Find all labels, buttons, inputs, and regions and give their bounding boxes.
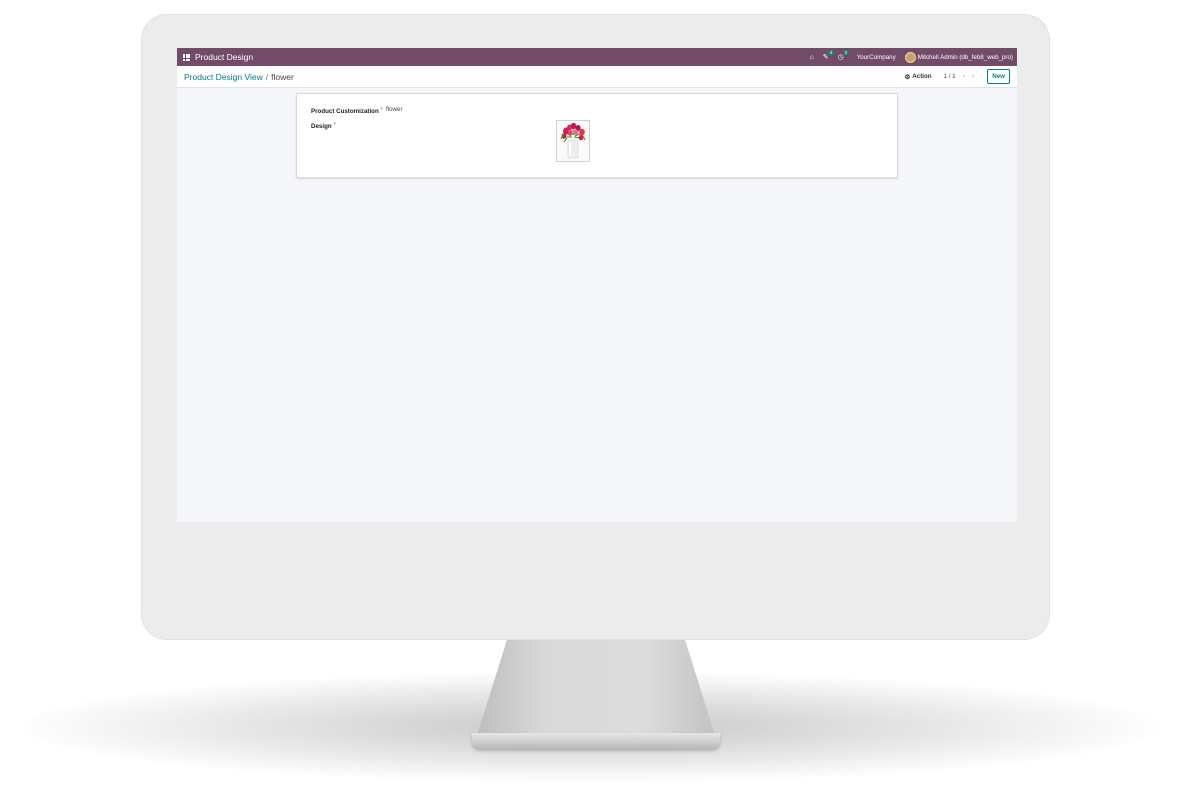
user-name: Mitchell Admin (db_feb8_web_pro) [917,53,1013,61]
home-icon[interactable]: ⌂ [810,54,814,61]
company-switcher[interactable]: YourCompany [857,54,896,61]
help-icon[interactable]: ? [333,121,335,126]
monitor-stand-neck [475,630,717,742]
form-sheet: Product Customization ? flower Design ? [296,93,898,178]
breadcrumb-current: flower [271,71,294,82]
avatar [904,51,916,63]
action-button[interactable]: ⚙ Action [904,73,931,81]
chat-icon[interactable]: ✎ 4 [823,49,835,61]
clock-icon[interactable]: ◷ 2 [838,49,850,61]
breadcrumb-separator: / [265,71,269,82]
app-name[interactable]: Product Design [195,52,253,62]
product-customization-label: Product Customization ? [311,106,383,116]
top-navbar: Product Design ⌂ ✎ 4 ◷ 2 YourCompany Mitch… [177,48,1017,66]
navbar-systray: ⌂ ✎ 4 ◷ 2 YourCompany Mitchell Admin (db_f… [810,49,1017,63]
product-customization-value[interactable]: flower [386,106,403,113]
control-panel-actions: ⚙ Action 1 / 1 ‹ › New [904,69,1017,84]
monitor-stand-base [472,733,720,749]
activities-badge: 2 [842,49,850,55]
new-button[interactable]: New [987,69,1010,84]
messages-badge: 4 [827,49,835,55]
design-image[interactable] [556,120,590,162]
user-menu[interactable]: Mitchell Admin (db_feb8_web_pro) [904,51,1013,63]
breadcrumb-parent[interactable]: Product Design View [184,72,263,82]
monitor-screen: Product Design ⌂ ✎ 4 ◷ 2 YourCompany Mitch… [177,48,1017,522]
chevron-right-icon[interactable]: › [972,73,974,80]
help-icon[interactable]: ? [380,106,382,111]
control-panel: Product Design View / flower ⚙ Action 1 / … [177,66,1017,88]
action-label: Action [912,73,932,80]
chevron-left-icon[interactable]: ‹ [963,73,965,80]
grid-icon[interactable] [183,53,190,61]
pager-value[interactable]: 1 / 1 [944,73,956,80]
gear-icon: ⚙ [904,73,911,81]
design-label: Design ? [311,121,336,131]
breadcrumb: Product Design View / flower [184,72,294,82]
flower-vase-image [557,121,589,161]
